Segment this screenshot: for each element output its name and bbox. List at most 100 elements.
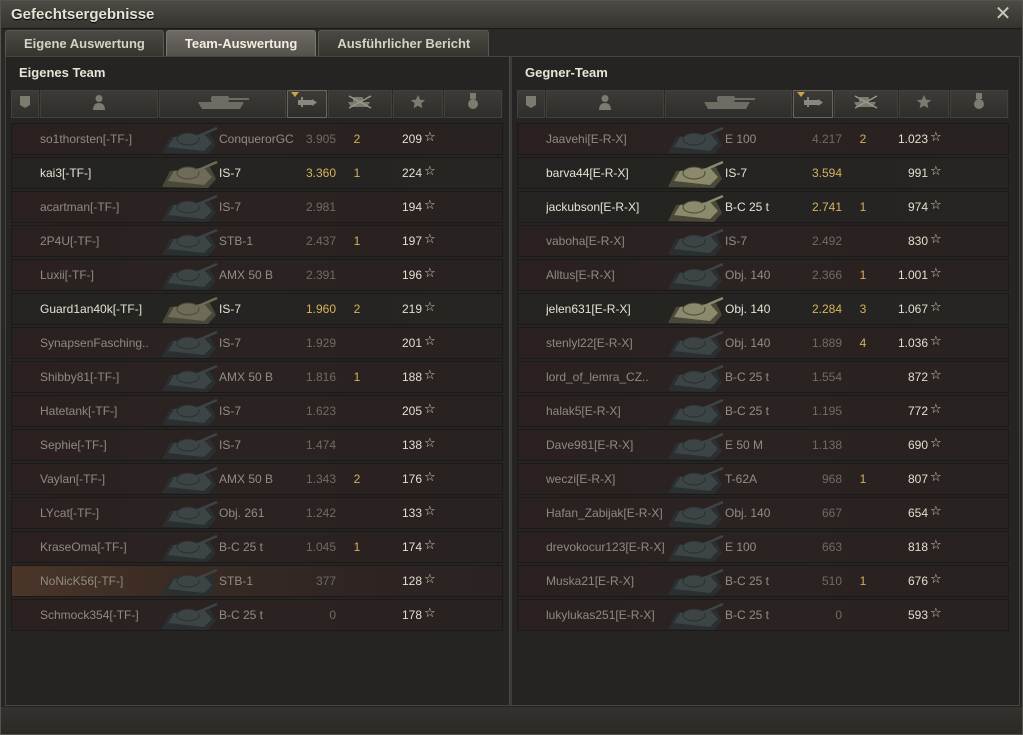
enemy-col-tank[interactable] [664,90,793,118]
enemy-player-row[interactable]: weczi[E-R-X] T-62A 968 1 807 ☆ [517,463,1009,495]
vehicle-image [666,465,724,495]
damage-value: 1.554 [811,370,842,384]
enemy-col-player[interactable] [545,90,664,118]
enemy-col-squad[interactable] [517,90,545,118]
enemy-col-star[interactable] [899,90,950,118]
xp-value: 974 [907,200,928,214]
enemy-team-panel: Gegner-Team Jaavehi[E-R-X] E 100 4.217 2 1.0… [515,60,1011,703]
xp-star-icon: ☆ [930,538,942,553]
enemy-col-damage[interactable] [793,90,834,118]
enemy-player-row[interactable]: barva44[E-R-X] IS-7 3.594 991 ☆ [517,157,1009,189]
own-player-row[interactable]: 2P4U[-TF-] STB-1 2.437 1 197 ☆ [11,225,503,257]
own-player-row[interactable]: Shibby81[-TF-] AMX 50 B 1.816 1 188 ☆ [11,361,503,393]
xp-value: 174 [401,540,422,554]
vehicle-image [160,601,218,631]
kills-value: 2 [353,132,361,146]
xp-value: 205 [401,404,422,418]
own-col-tank[interactable] [158,90,287,118]
enemy-player-row[interactable]: Dave981[E-R-X] E 50 M 1.138 690 ☆ [517,429,1009,461]
enemy-player-row[interactable]: Alltus[E-R-X] Obj. 140 2.366 1 1.001 ☆ [517,259,1009,291]
own-col-kills[interactable] [328,90,393,118]
own-player-row[interactable]: NoNicK56[-TF-] STB-1 377 128 ☆ [11,565,503,597]
own-col-squad[interactable] [11,90,39,118]
xp-star-icon: ☆ [424,164,436,179]
player-icon [92,94,106,115]
enemy-player-row[interactable]: jelen631[E-R-X] Obj. 140 2.284 3 1.067 ☆ [517,293,1009,325]
damage-value: 4.217 [811,132,842,146]
enemy-player-row[interactable]: drevokocur123[E-R-X] E 100 663 818 ☆ [517,531,1009,563]
xp-value: 219 [401,302,422,316]
enemy-player-row[interactable]: jackubson[E-R-X] B-C 25 t 2.741 1 974 ☆ [517,191,1009,223]
damage-value: 510 [821,574,842,588]
enemy-player-row[interactable]: Hafan_Zabijak[E-R-X] Obj. 140 667 654 ☆ [517,497,1009,529]
xp-value: 654 [907,506,928,520]
own-player-row[interactable]: Vaylan[-TF-] AMX 50 B 1.343 2 176 ☆ [11,463,503,495]
own-player-row[interactable]: kai3[-TF-] IS-7 3.360 1 224 ☆ [11,157,503,189]
enemy-player-row[interactable]: lukylukas251[E-R-X] B-C 25 t 0 593 ☆ [517,599,1009,631]
vehicle-image [160,533,218,563]
xp-star-icon: ☆ [424,368,436,383]
own-player-row[interactable]: Luxii[-TF-] AMX 50 B 2.391 196 ☆ [11,259,503,291]
tab-ausfuehrlicher-bericht[interactable]: Ausführlicher Bericht [318,30,490,56]
enemy-player-row[interactable]: stenlyl22[E-R-X] Obj. 140 1.889 4 1.036 ☆ [517,327,1009,359]
vehicle-image [160,329,218,359]
xp-value: 128 [401,574,422,588]
own-player-row[interactable]: so1thorsten[-TF-] ConquerorGC 3.905 2 209 ☆ [11,123,503,155]
xp-value: 176 [401,472,422,486]
vehicle-image [160,295,218,325]
xp-value: 196 [401,268,422,282]
xp-value: 138 [401,438,422,452]
own-col-damage[interactable] [287,90,328,118]
xp-value: 872 [907,370,928,384]
tab-eigene-auswertung[interactable]: Eigene Auswertung [5,30,164,56]
panel-divider [509,57,512,705]
enemy-col-medal[interactable] [950,90,1008,118]
xp-value: 807 [907,472,928,486]
enemy-col-kills[interactable] [834,90,899,118]
enemy-player-row[interactable]: lord_of_lemra_CZ.. B-C 25 t 1.554 872 ☆ [517,361,1009,393]
xp-star-icon: ☆ [424,300,436,315]
damage-value: 2.741 [811,200,842,214]
own-col-medal[interactable] [444,90,502,118]
enemy-player-row[interactable]: halak5[E-R-X] B-C 25 t 1.195 772 ☆ [517,395,1009,427]
damage-value: 2.492 [811,234,842,248]
xp-value: 772 [907,404,928,418]
own-player-row[interactable]: Schmock354[-TF-] B-C 25 t 0 178 ☆ [11,599,503,631]
own-player-row[interactable]: KraseOma[-TF-] B-C 25 t 1.045 1 174 ☆ [11,531,503,563]
damage-value: 2.981 [305,200,336,214]
xp-value: 991 [907,166,928,180]
xp-value: 690 [907,438,928,452]
xp-value: 224 [401,166,422,180]
vehicle-image [666,329,724,359]
xp-star-icon: ☆ [930,232,942,247]
close-icon[interactable]: ✕ [994,3,1012,23]
enemy-player-row[interactable]: Muska21[E-R-X] B-C 25 t 510 1 676 ☆ [517,565,1009,597]
own-player-row[interactable]: SynapsenFasching.. IS-7 1.929 201 ☆ [11,327,503,359]
battle-results-window: Gefechtsergebnisse ✕ Eigene Auswertung T… [0,0,1023,735]
xp-star-icon: ☆ [424,402,436,417]
enemy-player-row[interactable]: Jaavehi[E-R-X] E 100 4.217 2 1.023 ☆ [517,123,1009,155]
damage-value: 1.138 [811,438,842,452]
xp-value: 197 [401,234,422,248]
vehicle-image [160,465,218,495]
xp-star-icon: ☆ [424,538,436,553]
own-player-row[interactable]: acartman[-TF-] IS-7 2.981 194 ☆ [11,191,503,223]
xp-star-icon: ☆ [424,504,436,519]
own-player-row[interactable]: LYcat[-TF-] Obj. 261 1.242 133 ☆ [11,497,503,529]
title-bar: Gefechtsergebnisse ✕ [1,1,1022,29]
xp-value: 818 [907,540,928,554]
own-col-player[interactable] [39,90,158,118]
xp-star-icon: ☆ [930,402,942,417]
xp-star-icon: ☆ [424,334,436,349]
tab-team-auswertung[interactable]: Team-Auswertung [165,30,317,56]
enemy-player-row[interactable]: vaboha[E-R-X] IS-7 2.492 830 ☆ [517,225,1009,257]
tab-bar: Eigene Auswertung Team-Auswertung Ausfüh… [5,30,491,56]
own-col-star[interactable] [393,90,444,118]
own-player-row[interactable]: Hatetank[-TF-] IS-7 1.623 205 ☆ [11,395,503,427]
damage-icon [802,95,824,114]
own-player-row[interactable]: Sephie[-TF-] IS-7 1.474 138 ☆ [11,429,503,461]
damage-value: 663 [821,540,842,554]
vehicle-image [160,125,218,155]
own-player-row[interactable]: Guard1an40k[-TF-] IS-7 1.960 2 219 ☆ [11,293,503,325]
xp-star-icon: ☆ [424,572,436,587]
